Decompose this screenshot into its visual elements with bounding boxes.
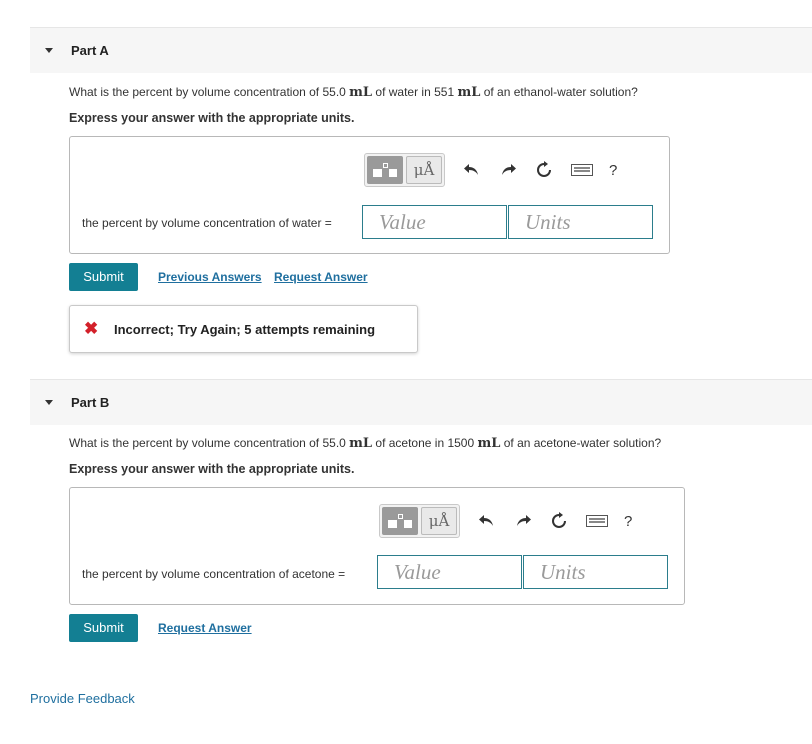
collapse-triangle-icon[interactable] [45, 48, 53, 53]
incorrect-x-icon: ✖ [84, 319, 99, 338]
help-icon[interactable]: ? [624, 513, 632, 530]
units-button[interactable]: μÅ [421, 507, 457, 535]
part-b-value-input[interactable]: Value [377, 555, 522, 589]
undo-icon[interactable] [461, 159, 483, 181]
part-b-title: Part B [71, 395, 110, 410]
redo-icon[interactable] [497, 159, 519, 181]
redo-icon[interactable] [512, 510, 534, 532]
templates-button[interactable] [367, 156, 403, 184]
provide-feedback-link[interactable]: Provide Feedback [30, 691, 135, 706]
part-b-instruction: Express your answer with the appropriate… [69, 462, 355, 476]
part-a-title: Part A [71, 43, 109, 58]
part-a-answer-box: μÅ ? the percent by volume concentration… [69, 136, 670, 254]
part-a-header[interactable]: Part A [30, 27, 812, 73]
keyboard-icon[interactable] [584, 510, 610, 532]
part-a-toolbar: μÅ ? [364, 153, 617, 187]
keyboard-icon[interactable] [569, 159, 595, 181]
part-b-question: What is the percent by volume concentrat… [69, 436, 662, 451]
part-b-header[interactable]: Part B [30, 379, 812, 425]
collapse-triangle-icon[interactable] [45, 400, 53, 405]
part-a-value-input[interactable]: Value [362, 205, 507, 239]
feedback-text: Incorrect; Try Again; 5 attempts remaini… [114, 322, 376, 337]
part-b-request-answer-link[interactable]: Request Answer [158, 621, 252, 635]
reset-icon[interactable] [533, 159, 555, 181]
part-a-feedback: ✖ Incorrect; Try Again; 5 attempts remai… [69, 305, 418, 353]
part-b-submit-button[interactable]: Submit [69, 614, 138, 642]
part-b-answer-box: μÅ ? the percent by volume concentration… [69, 487, 685, 605]
part-b-units-input[interactable]: Units [523, 555, 668, 589]
part-b-label: the percent by volume concentration of a… [82, 567, 346, 581]
part-a-submit-button[interactable]: Submit [69, 263, 138, 291]
part-b-toolbar: μÅ ? [379, 504, 632, 538]
part-a-label: the percent by volume concentration of w… [82, 216, 332, 230]
help-icon[interactable]: ? [609, 162, 617, 179]
templates-button[interactable] [382, 507, 418, 535]
part-a-units-input[interactable]: Units [508, 205, 653, 239]
previous-answers-link[interactable]: Previous Answers [158, 270, 262, 284]
undo-icon[interactable] [476, 510, 498, 532]
units-button[interactable]: μÅ [406, 156, 442, 184]
part-a-template-group: μÅ [364, 153, 445, 187]
reset-icon[interactable] [548, 510, 570, 532]
templates-icon [388, 514, 412, 528]
part-a-question: What is the percent by volume concentrat… [69, 85, 638, 100]
part-a-instruction: Express your answer with the appropriate… [69, 111, 355, 125]
part-b-template-group: μÅ [379, 504, 460, 538]
part-a-request-answer-link[interactable]: Request Answer [274, 270, 368, 284]
templates-icon [373, 163, 397, 177]
